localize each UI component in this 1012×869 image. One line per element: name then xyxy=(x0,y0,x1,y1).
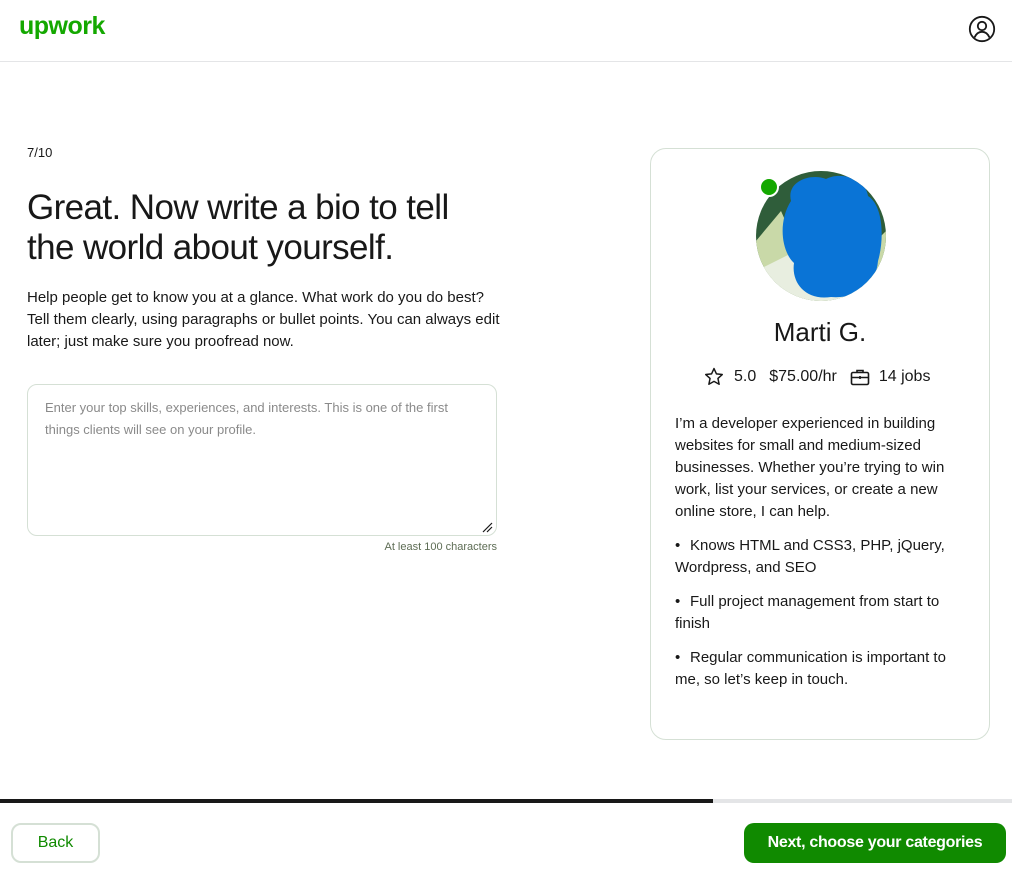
next-button[interactable]: Next, choose your categories xyxy=(744,823,1006,863)
jobs-count: 14 jobs xyxy=(878,368,931,385)
list-item: • Regular communication is important to m… xyxy=(675,649,946,688)
progress-bar-fill xyxy=(0,799,714,803)
list-item: • Full project management from start to f… xyxy=(675,593,940,632)
page-title: Great. Now write a bio to tell the world… xyxy=(27,188,449,267)
rating-value: 5.0 xyxy=(734,368,757,385)
upwork-logo[interactable]: upwork xyxy=(19,12,105,41)
hourly-rate: $75.00/hr xyxy=(769,368,837,385)
freelancer-name: Marti G. xyxy=(773,317,867,347)
back-button[interactable]: Back xyxy=(11,823,100,863)
resize-handle-icon[interactable] xyxy=(481,520,493,533)
list-item: • Knows HTML and CSS3, PHP, jQuery, Wordp… xyxy=(675,537,945,576)
briefcase-icon xyxy=(850,368,870,386)
sample-bio: I’m a developer experienced in building … xyxy=(675,413,971,703)
bio-textarea[interactable] xyxy=(27,384,497,536)
step-indicator: 7/10 xyxy=(27,145,53,160)
profile-preview-card: Marti G. 5.0 $75.00/hr 14 jobs I’m a dev… xyxy=(650,148,990,740)
profile-stats: 5.0 $75.00/hr 14 jobs xyxy=(703,365,930,389)
sample-bio-list: • Knows HTML and CSS3, PHP, jQuery, Wordp… xyxy=(675,535,971,691)
page-description: Help people get to know you at a glance.… xyxy=(27,289,500,350)
top-header: upwork xyxy=(0,0,1012,62)
progress-bar xyxy=(0,799,1012,803)
sample-bio-intro: I’m a developer experienced in building … xyxy=(675,415,945,520)
star-icon xyxy=(703,366,725,388)
user-circle-icon[interactable] xyxy=(968,15,996,43)
character-hint: At least 100 characters xyxy=(384,541,497,553)
online-status-icon xyxy=(759,177,779,197)
